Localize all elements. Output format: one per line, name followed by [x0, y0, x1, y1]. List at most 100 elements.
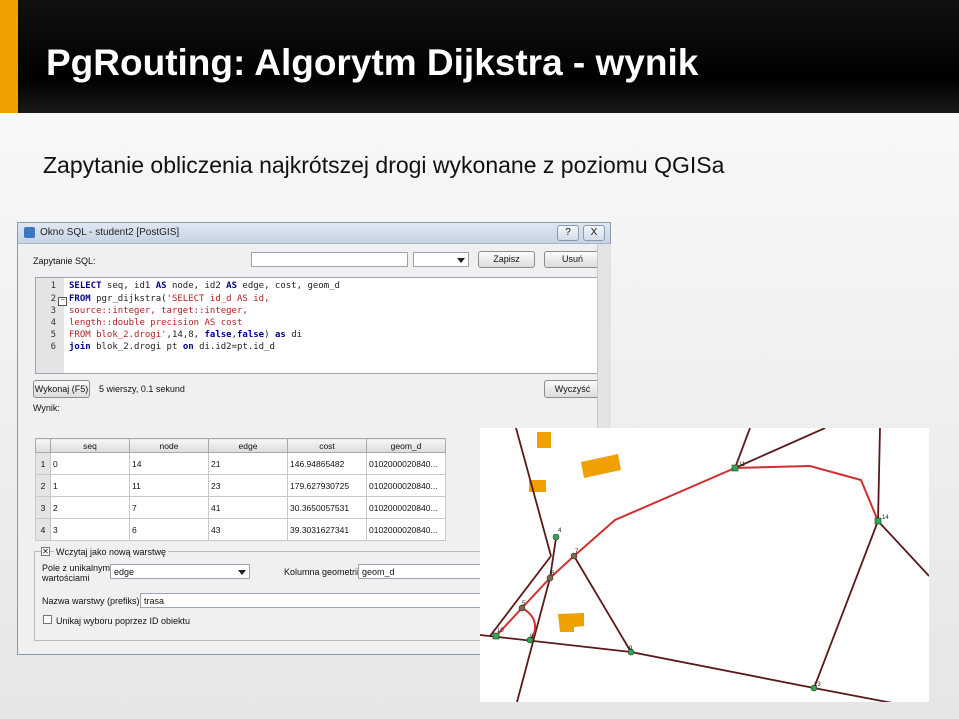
cell-edge[interactable]: 43 [208, 518, 288, 541]
chevron-down-icon [457, 258, 465, 263]
row-number[interactable]: 4 [35, 518, 51, 541]
code-line-1: SELECT seq, id1 AS node, id2 AS edge, co… [69, 281, 340, 291]
slide-title: PgRouting: Algorytm Dijkstra - wynik [46, 42, 699, 83]
node-label: 14 [882, 515, 889, 521]
cell-node[interactable]: 6 [129, 518, 209, 541]
slide-header: PgRouting: Algorytm Dijkstra - wynik [0, 0, 959, 113]
results-label: Wynik: [33, 403, 60, 413]
node-label: 10 [497, 628, 504, 634]
geometry-column-label: Kolumna geometrii [284, 567, 360, 577]
road [813, 520, 879, 689]
close-button[interactable]: X [583, 225, 605, 241]
cell-cost[interactable]: 39.3031627341 [287, 518, 367, 541]
cell-seq[interactable]: 0 [50, 452, 130, 475]
road [489, 555, 552, 637]
avoid-id-checkbox[interactable] [43, 615, 52, 624]
cell-geom[interactable]: 0102000020840... [366, 474, 446, 497]
cell-node[interactable]: 11 [129, 474, 209, 497]
code-line-2: FROM pgr_dijkstra('SELECT id_d AS id, [69, 294, 270, 304]
nodes: 11 14 4 7 6 5 8 9 13 10 [492, 462, 889, 692]
cell-node[interactable]: 14 [129, 452, 209, 475]
column-header[interactable]: seq [50, 438, 130, 453]
code-line-4: length::double precision AS cost [69, 318, 243, 328]
table-row[interactable]: 1 0 14 21 146.94865482 0102000020840... [35, 452, 446, 475]
column-header[interactable]: node [129, 438, 209, 453]
column-header[interactable]: edge [208, 438, 288, 453]
cell-cost[interactable]: 146.94865482 [287, 452, 367, 475]
line-number: 5 [50, 330, 56, 340]
saved-queries-dropdown[interactable] [413, 252, 469, 267]
row-number[interactable]: 2 [35, 474, 51, 497]
delete-button[interactable]: Usuń [544, 251, 601, 268]
chevron-down-icon [238, 570, 246, 575]
node-marker[interactable] [731, 464, 739, 472]
line-number: 2 [50, 294, 56, 304]
road [480, 634, 632, 653]
help-button[interactable]: ? [557, 225, 579, 241]
node-label: 13 [814, 682, 821, 688]
row-number[interactable]: 3 [35, 496, 51, 519]
code-line-6: join blok_2.drogi pt on di.id2=pt.id_d [69, 342, 275, 352]
line-number: 3 [50, 306, 56, 316]
building [537, 432, 551, 448]
code-line-5: FROM blok_2.drogi',14,8, false,false) as… [69, 330, 303, 340]
sql-editor[interactable]: 1 2 3 4 5 6 − SELECT seq, id1 AS node, i… [35, 277, 603, 374]
node-label: 11 [739, 462, 746, 468]
cell-geom[interactable]: 0102000020840... [366, 452, 446, 475]
cell-seq[interactable]: 2 [50, 496, 130, 519]
unique-field-label-2: wartościami [42, 573, 90, 583]
line-number: 6 [50, 342, 56, 352]
road [877, 520, 929, 577]
qgis-app-icon [24, 227, 35, 238]
row-number[interactable]: 1 [35, 452, 51, 475]
load-layer-checkbox[interactable]: ✕ [41, 547, 50, 556]
cell-edge[interactable]: 41 [208, 496, 288, 519]
line-number: 1 [50, 281, 56, 291]
table-row[interactable]: 4 3 6 43 39.3031627341 0102000020840... [35, 518, 446, 541]
node-marker[interactable] [874, 517, 882, 525]
building [558, 613, 584, 632]
route-map[interactable]: 11 14 4 7 6 5 8 9 13 10 [480, 428, 929, 702]
table-row[interactable]: 3 2 7 41 30.3650057531 0102000020840... [35, 496, 446, 519]
window-titlebar[interactable]: Okno SQL - student2 [PostGIS] ? X [18, 223, 610, 244]
header-accent-bar [0, 0, 18, 113]
unique-field-select[interactable]: edge [110, 564, 250, 579]
execute-button[interactable]: Wykonaj (F5) [33, 380, 90, 398]
save-button[interactable]: Zapisz [478, 251, 535, 268]
cell-cost[interactable]: 179.627930725 [287, 474, 367, 497]
clear-button[interactable]: Wyczyść [544, 380, 601, 398]
cell-cost[interactable]: 30.3650057531 [287, 496, 367, 519]
road [630, 651, 815, 689]
cell-geom[interactable]: 0102000020840... [366, 496, 446, 519]
load-layer-label: Wczytaj jako nową warstwę [54, 547, 169, 557]
cell-seq[interactable]: 1 [50, 474, 130, 497]
table-header-row: seq node edge cost geom_d [35, 438, 446, 453]
road [877, 428, 881, 522]
node-label: 4 [558, 528, 562, 534]
road [813, 687, 892, 702]
execute-status: 5 wierszy, 0.1 sekund [99, 384, 185, 394]
cell-edge[interactable]: 23 [208, 474, 288, 497]
node-marker[interactable] [552, 533, 560, 541]
table-row[interactable]: 2 1 11 23 179.627930725 0102000020840... [35, 474, 446, 497]
slide-subtitle: Zapytanie obliczenia najkrótszej drogi w… [43, 152, 725, 178]
layer-prefix-label: Nazwa warstwy (prefiks) [42, 596, 140, 606]
cell-edge[interactable]: 21 [208, 452, 288, 475]
column-header[interactable]: cost [287, 438, 367, 453]
avoid-id-label: Unikaj wyboru poprzez ID obiektu [56, 616, 191, 626]
cell-seq[interactable]: 3 [50, 518, 130, 541]
window-title: Okno SQL - student2 [PostGIS] [40, 227, 180, 238]
unique-field-value: edge [114, 567, 135, 577]
code-line-3: source::integer, target::integer, [69, 306, 248, 316]
layer-prefix-input[interactable]: trasa [140, 593, 510, 608]
unique-field-label: Pole z unikalnymi [42, 563, 113, 573]
results-table: seq node edge cost geom_d 1 0 14 21 146.… [35, 438, 446, 541]
cell-node[interactable]: 7 [129, 496, 209, 519]
row-number-header [35, 438, 51, 453]
road [573, 555, 632, 653]
query-label: Zapytanie SQL: [33, 256, 96, 266]
column-header[interactable]: geom_d [366, 438, 446, 453]
cell-geom[interactable]: 0102000020840... [366, 518, 446, 541]
fold-minus-icon[interactable]: − [58, 297, 67, 306]
query-name-input[interactable] [251, 252, 408, 267]
